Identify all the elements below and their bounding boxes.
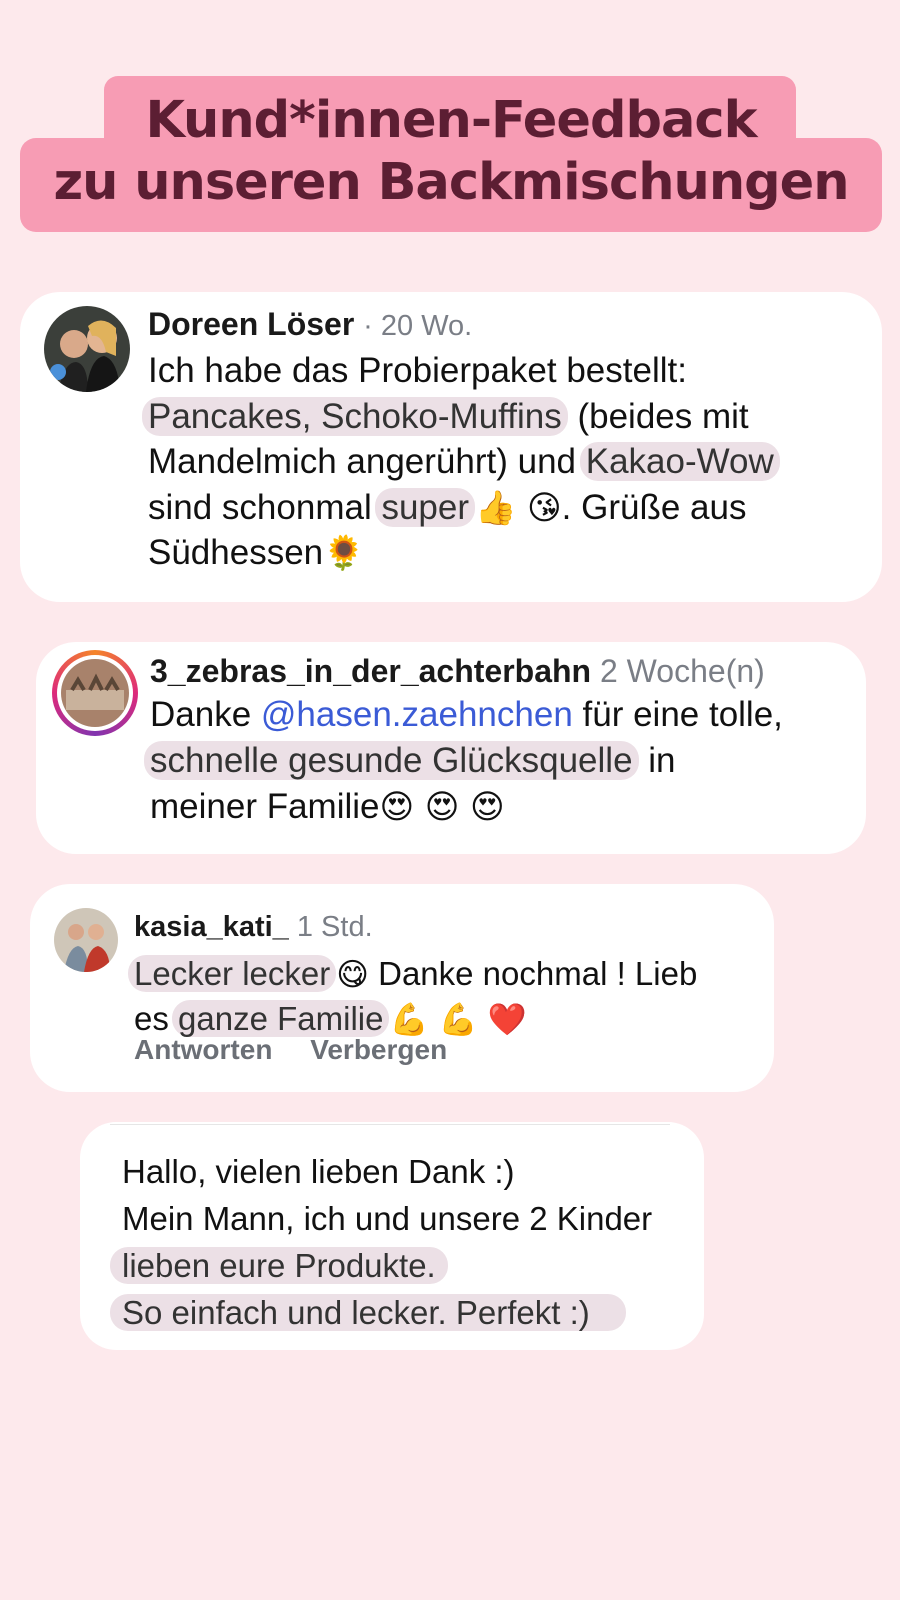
- comment-text: für eine tolle,: [572, 695, 783, 734]
- author-name[interactable]: kasia_kati_: [134, 911, 289, 943]
- message-card: Hallo, vielen lieben Dank :) Mein Mann, …: [80, 1122, 704, 1350]
- comment-actions: Antworten Verbergen: [134, 1034, 477, 1066]
- comment-text: sind schonmal: [148, 487, 382, 527]
- heart-eyes-emoji: 😍 😍 😍: [379, 787, 505, 826]
- avatar[interactable]: [54, 908, 118, 972]
- avatar[interactable]: [44, 306, 130, 392]
- highlight: super: [375, 487, 476, 527]
- comment-line: schnelle gesunde Glücksquelle in: [144, 738, 860, 784]
- comment-text: Danke nochmal ! Lieb: [368, 955, 698, 992]
- avatar-story-ring[interactable]: [52, 650, 138, 736]
- comment-line: Südhessen🌻: [148, 530, 868, 576]
- reply-button[interactable]: Antworten: [134, 1034, 272, 1065]
- title-banner: Kund*innen-Feedback zu unseren Backmisch…: [0, 0, 900, 240]
- comment-line: meiner Familie😍 😍 😍: [150, 784, 860, 830]
- comment-text: (beides mit: [567, 396, 749, 436]
- comment-card-zebras: 3_zebras_in_der_achterbahn 2 Woche(n) Da…: [36, 642, 866, 854]
- thumbs-kiss-emoji: 👍 😘: [475, 487, 562, 527]
- comment-line: sind schonmal super 👍 😘. Grüße aus: [148, 485, 868, 531]
- comment-body: Doreen Löser · 20 Wo. Ich habe das Probi…: [142, 302, 868, 576]
- comment-text: in: [638, 741, 676, 780]
- comment-header: 3_zebras_in_der_achterbahn 2 Woche(n): [150, 650, 860, 692]
- message-line: Hallo, vielen lieben Dank :): [122, 1153, 515, 1190]
- comment-header: kasia_kati_ 1 Std.: [134, 908, 774, 946]
- comment-text: meiner Familie: [150, 787, 380, 826]
- highlight: schnelle gesunde Glücksquelle: [144, 741, 639, 780]
- hide-button[interactable]: Verbergen: [310, 1034, 447, 1065]
- yum-emoji: 😋: [336, 957, 369, 993]
- highlight: lieben eure Produkte.: [110, 1247, 448, 1284]
- comment-header: Doreen Löser · 20 Wo.: [148, 302, 868, 348]
- mention-link[interactable]: @hasen.zaehnchen: [261, 695, 573, 734]
- comment-line: Ich habe das Probierpaket bestellt:: [148, 351, 687, 390]
- highlight: Lecker lecker: [128, 955, 337, 992]
- comment-text: . Grüße aus: [561, 487, 747, 527]
- comment-body: 3_zebras_in_der_achterbahn 2 Woche(n) Da…: [144, 650, 860, 830]
- comment-text: Mandelmich angerührt) und: [148, 442, 586, 481]
- comment-card-doreen: Doreen Löser · 20 Wo. Ich habe das Probi…: [20, 292, 882, 602]
- message-divider: [110, 1124, 670, 1125]
- comment-text: Danke: [150, 695, 261, 734]
- sunflower-emoji: 🌻: [323, 533, 365, 572]
- message-line: Mein Mann, ich und unsere 2 Kinder: [122, 1200, 653, 1237]
- timestamp: 2 Woche(n): [599, 653, 765, 689]
- message-line: So einfach und lecker. Perfekt :): [110, 1289, 702, 1336]
- comment-text: Südhessen: [148, 533, 324, 572]
- highlight: ganze Familie: [172, 1000, 390, 1037]
- highlight: Pancakes, Schoko-Muffins: [142, 396, 568, 436]
- comment-line: Mandelmich angerührt) und Kakao-Wow: [148, 439, 868, 485]
- comment-line: Pancakes, Schoko-Muffins (beides mit: [142, 394, 868, 440]
- timestamp: · 20 Wo.: [363, 310, 473, 342]
- comment-line: Lecker lecker 😋 Danke nochmal ! Lieb: [128, 952, 774, 997]
- comment-body: kasia_kati_ 1 Std. Lecker lecker 😋 Danke …: [128, 908, 774, 1042]
- page-title: Kund*innen-Feedback zu unseren Backmisch…: [20, 90, 882, 214]
- author-name[interactable]: 3_zebras_in_der_achterbahn: [150, 653, 591, 689]
- highlight: Kakao-Wow: [579, 442, 780, 481]
- highlight: So einfach und lecker. Perfekt :): [110, 1294, 626, 1331]
- title-line2: zu unseren Backmischungen: [53, 153, 849, 212]
- author-name[interactable]: Doreen Löser: [148, 306, 354, 342]
- comment-line: Danke @hasen.zaehnchen für eine tolle,: [150, 692, 860, 738]
- title-line1: Kund*innen-Feedback: [145, 91, 757, 150]
- muscle-heart-emoji: 💪 💪 ❤️: [389, 1002, 527, 1038]
- message-body: Hallo, vielen lieben Dank :) Mein Mann, …: [110, 1148, 702, 1336]
- timestamp: 1 Std.: [296, 911, 373, 943]
- message-line: lieben eure Produkte.: [110, 1242, 702, 1289]
- comment-card-kasia: kasia_kati_ 1 Std. Lecker lecker 😋 Danke …: [30, 884, 774, 1092]
